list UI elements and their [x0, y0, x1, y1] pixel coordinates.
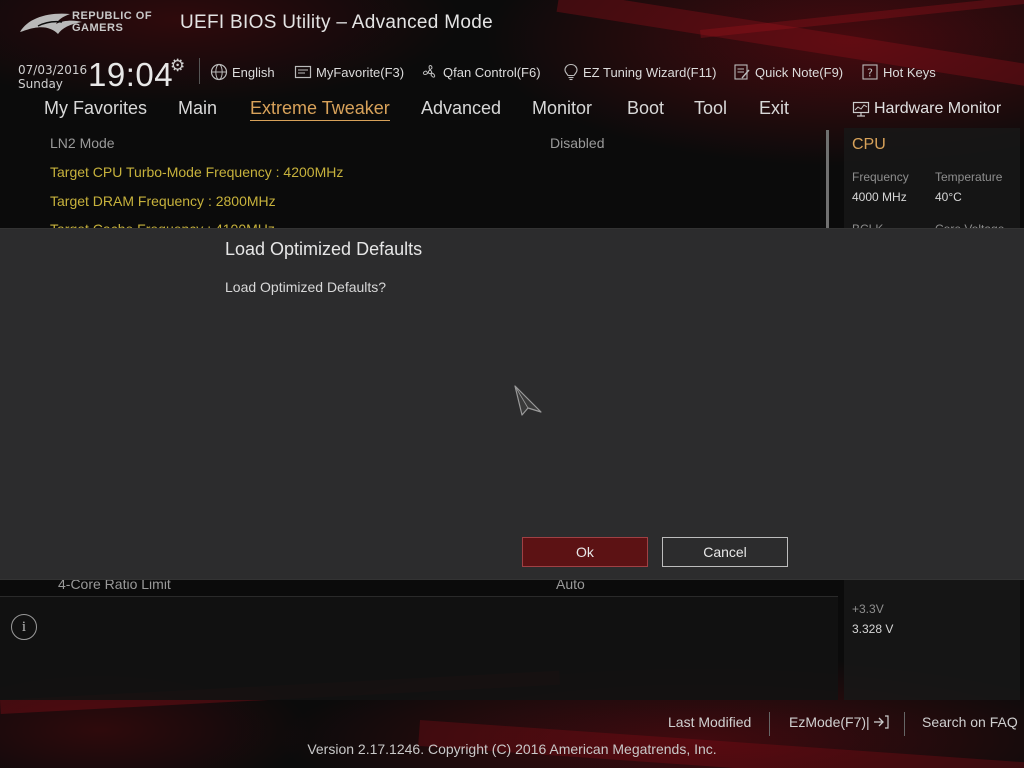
quick-note-button[interactable]: Quick Note(F9) — [733, 62, 843, 82]
settings-scrollbar[interactable] — [826, 130, 829, 230]
clock-time: 19:04 — [88, 56, 174, 93]
hw-temperature-label: Temperature — [935, 170, 1003, 184]
monitor-icon — [852, 101, 870, 117]
date-text: 07/03/2016 — [18, 63, 88, 77]
lightbulb-icon — [564, 63, 578, 81]
bottom-divider — [769, 712, 770, 736]
note-icon — [734, 64, 750, 80]
tab-my-favorites[interactable]: My Favorites — [44, 98, 147, 119]
ezmode-button[interactable]: EzMode(F7)| — [789, 714, 889, 730]
language-label: English — [232, 64, 275, 80]
ez-tuning-label: EZ Tuning Wizard(F11) — [583, 64, 717, 80]
brand-line-1: REPUBLIC OF — [72, 10, 153, 22]
hw-temperature-value: 40°C — [935, 190, 962, 204]
fan-icon — [422, 65, 436, 78]
setting-ln2-mode-value[interactable]: Disabled — [550, 135, 604, 151]
date-display: 07/03/2016 Sunday — [18, 63, 87, 91]
tab-main[interactable]: Main — [178, 98, 217, 119]
bottom-divider — [904, 712, 905, 736]
hw-v33-label: +3.3V — [852, 602, 884, 616]
svg-text:?: ? — [867, 67, 873, 80]
day-text: Sunday — [18, 77, 63, 91]
qfan-label: Qfan Control(F6) — [443, 64, 541, 80]
hot-keys-label: Hot Keys — [883, 64, 936, 80]
help-info-area — [0, 596, 838, 700]
mouse-cursor-icon — [514, 385, 542, 416]
hardware-monitor-title: Hardware Monitor — [874, 100, 1002, 117]
brand-text: REPUBLIC OF GAMERS — [72, 10, 152, 34]
setting-ln2-mode[interactable]: LN2 Mode — [50, 135, 115, 151]
myfavorite-label: MyFavorite(F3) — [316, 64, 405, 80]
tab-exit[interactable]: Exit — [759, 98, 789, 119]
dialog-title: Load Optimized Defaults — [225, 239, 423, 259]
info-icon: i — [11, 614, 37, 640]
hw-frequency-value: 4000 MHz — [852, 190, 907, 204]
ez-tuning-wizard-button[interactable]: EZ Tuning Wizard(F11) — [563, 62, 716, 82]
cancel-button[interactable]: Cancel — [662, 537, 788, 567]
tab-monitor[interactable]: Monitor — [532, 98, 592, 119]
toolbar-divider — [199, 58, 200, 84]
tab-advanced[interactable]: Advanced — [421, 98, 501, 119]
myfavorite-button[interactable]: MyFavorite(F3) — [294, 62, 404, 82]
version-footer: Version 2.17.1246. Copyright (C) 2016 Am… — [307, 741, 717, 757]
hw-v33-value: 3.328 V — [852, 622, 894, 636]
tab-extreme-tweaker[interactable]: Extreme Tweaker — [250, 98, 390, 121]
target-cpu-turbo-frequency: Target CPU Turbo-Mode Frequency : 4200MH… — [50, 164, 344, 180]
qfan-control-button[interactable]: Qfan Control(F6) — [421, 62, 541, 82]
hw-frequency-label: Frequency — [852, 170, 909, 184]
globe-icon — [210, 63, 228, 81]
hardware-monitor-header: Hardware Monitor — [852, 100, 1001, 118]
help-key-icon: ? — [862, 64, 878, 80]
favorite-folder-icon — [294, 65, 312, 79]
ezmode-label: EzMode(F7)| — [789, 714, 870, 730]
quick-note-label: Quick Note(F9) — [755, 64, 844, 80]
dialog-message: Load Optimized Defaults? — [225, 279, 387, 295]
tab-tool[interactable]: Tool — [694, 98, 727, 119]
tab-boot[interactable]: Boot — [627, 98, 664, 119]
last-modified-button[interactable]: Last Modified — [668, 714, 751, 730]
gear-icon[interactable]: ⚙ — [170, 56, 185, 76]
app-title: UEFI BIOS Utility – Advanced Mode — [180, 12, 493, 33]
search-on-faq-button[interactable]: Search on FAQ — [922, 714, 1018, 730]
hw-cpu-section: CPU — [852, 136, 886, 153]
ok-button[interactable]: Ok — [522, 537, 648, 567]
exit-arrow-icon — [873, 715, 889, 729]
brand-line-2: GAMERS — [72, 22, 124, 34]
language-button[interactable]: English — [210, 62, 275, 82]
target-dram-frequency: Target DRAM Frequency : 2800MHz — [50, 193, 276, 209]
load-defaults-dialog — [0, 229, 1024, 579]
hot-keys-button[interactable]: ? Hot Keys — [861, 62, 936, 82]
